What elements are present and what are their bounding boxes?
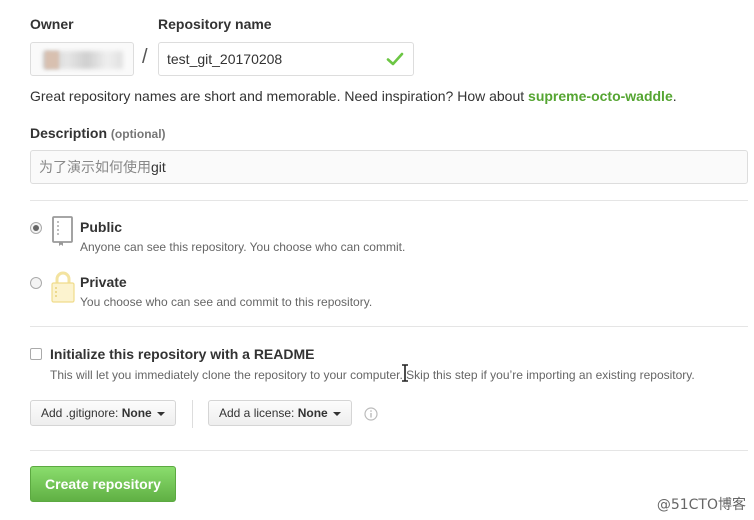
public-desc: Anyone can see this repository. You choo…: [80, 240, 406, 254]
hint-text: Great repository names are short and mem…: [30, 88, 529, 104]
license-select-button[interactable]: Add a license: None: [208, 400, 352, 426]
repo-name-input[interactable]: [158, 42, 414, 76]
private-desc: You choose who can see and commit to thi…: [80, 295, 373, 309]
description-label: Description (optional): [30, 125, 166, 141]
description-input[interactable]: 为了演示如何使用git: [30, 150, 748, 184]
caret-down-icon: [156, 411, 165, 416]
repo-name-hint: Great repository names are short and mem…: [30, 88, 677, 104]
divider: [30, 200, 748, 201]
divider: [30, 450, 748, 451]
description-value-cjk: 为了演示如何使用: [39, 159, 151, 175]
text-cursor-icon: [402, 364, 408, 382]
create-repository-button[interactable]: Create repository: [30, 466, 176, 502]
init-readme-checkbox[interactable]: [30, 348, 42, 360]
check-icon: [386, 52, 404, 66]
hint-suffix: .: [672, 88, 677, 104]
vertical-divider: [192, 400, 193, 428]
gitignore-select-button[interactable]: Add .gitignore: None: [30, 400, 176, 426]
license-prefix: Add a license:: [219, 406, 295, 420]
public-title: Public: [80, 219, 123, 235]
description-label-text: Description: [30, 125, 108, 141]
owner-label: Owner: [30, 16, 74, 32]
owner-repo-separator: /: [142, 46, 148, 68]
info-icon[interactable]: [364, 407, 378, 421]
init-readme-title[interactable]: Initialize this repository with a README: [50, 346, 314, 362]
private-radio[interactable]: [30, 277, 42, 289]
init-readme-desc: This will let you immediately clone the …: [50, 368, 695, 382]
owner-avatar: [45, 51, 59, 69]
private-title: Private: [80, 274, 127, 290]
public-radio[interactable]: [30, 222, 42, 234]
license-value: None: [297, 406, 328, 420]
repo-book-icon: [52, 216, 73, 246]
divider: [30, 326, 748, 327]
gitignore-prefix: Add .gitignore:: [41, 406, 119, 420]
repo-name-label: Repository name: [158, 16, 272, 32]
lock-icon: [51, 271, 75, 303]
description-optional: (optional): [110, 127, 166, 141]
watermark: @51CTO博客: [656, 497, 746, 513]
gitignore-value: None: [121, 406, 152, 420]
owner-select[interactable]: [30, 42, 134, 76]
name-suggestion-link[interactable]: supreme-octo-waddle: [528, 88, 673, 104]
description-value-latin: git: [151, 159, 166, 175]
caret-down-icon: [332, 411, 341, 416]
